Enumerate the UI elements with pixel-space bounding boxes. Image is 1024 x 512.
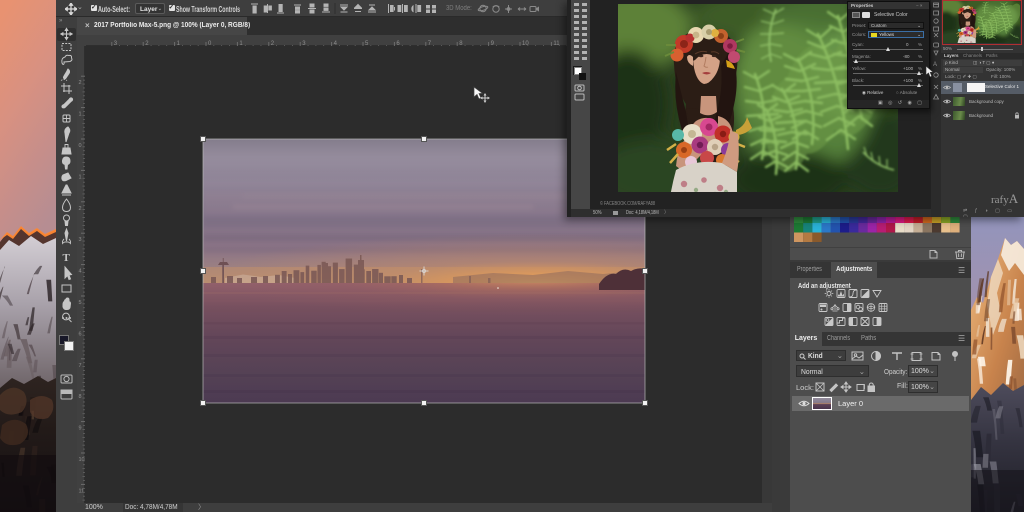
svg-text:2: 2 <box>79 80 82 86</box>
svg-text:7: 7 <box>79 363 82 369</box>
svg-text:4: 4 <box>79 269 82 275</box>
svg-text:11: 11 <box>79 488 85 494</box>
svg-text:10: 10 <box>79 457 85 463</box>
svg-text:9: 9 <box>79 426 82 432</box>
svg-text:1: 1 <box>79 112 82 118</box>
svg-text:T: T <box>63 252 71 264</box>
svg-text:8: 8 <box>79 394 82 400</box>
svg-text:2: 2 <box>79 206 82 212</box>
svg-text:3: 3 <box>79 237 82 243</box>
svg-text:1: 1 <box>79 174 82 180</box>
svg-text:5: 5 <box>79 300 82 306</box>
svg-text:0: 0 <box>79 143 82 149</box>
svg-text:6: 6 <box>79 331 82 337</box>
